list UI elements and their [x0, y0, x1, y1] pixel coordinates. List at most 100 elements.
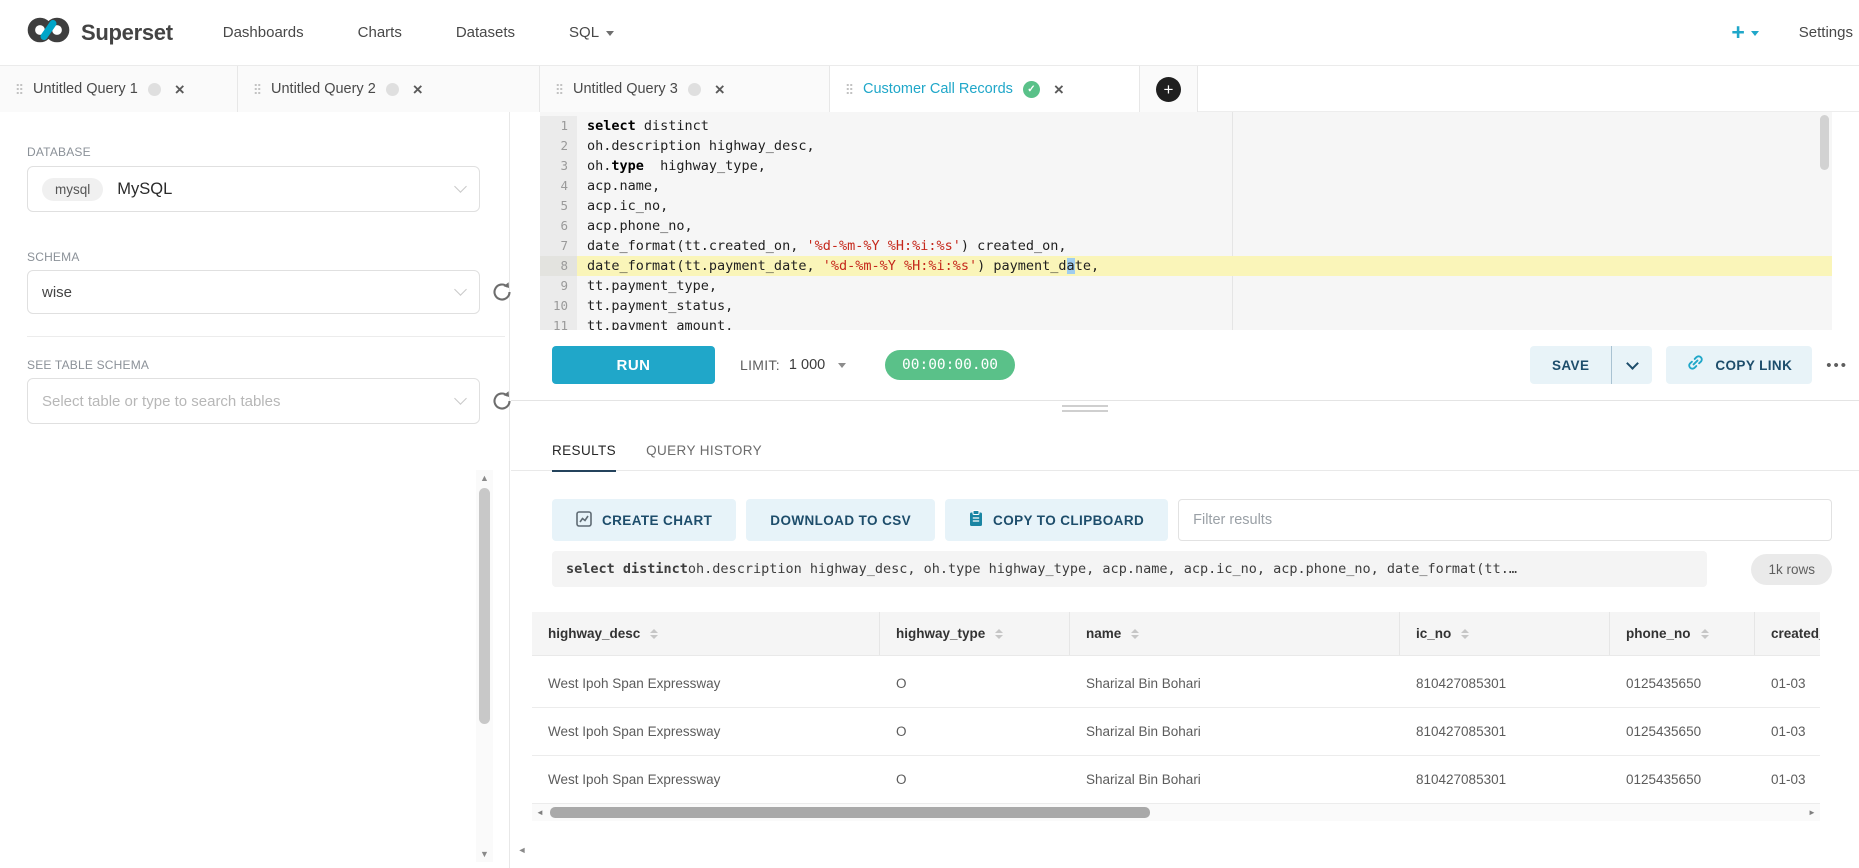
results-table: highway_deschighway_typenameic_nophone_n…: [532, 612, 1820, 821]
code-text: acp.phone_no,: [577, 216, 1832, 236]
query-tab[interactable]: Untitled Query 3×: [540, 66, 830, 112]
table-cell: 01-03: [1755, 660, 1820, 707]
table-select[interactable]: Select table or type to search tables: [27, 378, 480, 424]
editor-line[interactable]: 2oh.description highway_desc,: [540, 136, 1832, 156]
query-preview[interactable]: select distinct oh.description highway_d…: [552, 551, 1707, 587]
table-row[interactable]: West Ipoh Span ExpresswayOSharizal Bin B…: [532, 756, 1820, 804]
query-tab-label: Customer Call Records: [863, 81, 1013, 97]
editor-line[interactable]: 5acp.ic_no,: [540, 196, 1832, 216]
results-actions: CREATE CHART DOWNLOAD TO CSV COPY TO CLI…: [552, 498, 1832, 542]
table-cell: 810427085301: [1400, 708, 1610, 755]
nav-item-datasets[interactable]: Datasets: [456, 24, 515, 41]
schema-label: SCHEMA: [27, 250, 80, 264]
save-button[interactable]: SAVE: [1530, 358, 1611, 373]
column-label: created_: [1771, 626, 1820, 641]
plus-icon: +: [1731, 21, 1744, 44]
scroll-left-icon[interactable]: ◄: [532, 804, 548, 821]
table-cell: 01-03: [1755, 756, 1820, 803]
limit-value: 1 000: [789, 357, 825, 373]
limit-label: LIMIT:: [740, 357, 780, 373]
close-tab-icon[interactable]: ×: [1054, 81, 1064, 98]
query-tab[interactable]: Untitled Query 1×: [0, 66, 238, 112]
filter-results-input[interactable]: [1178, 499, 1832, 541]
table-row[interactable]: West Ipoh Span ExpresswayOSharizal Bin B…: [532, 708, 1820, 756]
chevron-down-icon: [838, 363, 846, 368]
query-tab[interactable]: Customer Call Records✓×: [830, 66, 1140, 113]
nav-item-dashboards[interactable]: Dashboards: [223, 24, 304, 41]
scrollbar-thumb[interactable]: [550, 807, 1150, 818]
editor-lines: 1select distinct2oh.description highway_…: [540, 116, 1832, 330]
editor-line[interactable]: 6acp.phone_no,: [540, 216, 1832, 236]
copy-clipboard-button[interactable]: COPY TO CLIPBOARD: [945, 499, 1168, 541]
pane-scroll-left-icon[interactable]: ◄: [514, 842, 530, 858]
settings-menu[interactable]: Settings: [1799, 24, 1853, 41]
close-tab-icon[interactable]: ×: [413, 81, 423, 98]
drag-handle-icon[interactable]: [254, 83, 261, 95]
table-horizontal-scrollbar[interactable]: ◄ ►: [532, 804, 1820, 821]
results-tab-results[interactable]: RESULTS: [552, 430, 616, 471]
database-select[interactable]: mysql MySQL: [27, 166, 480, 212]
new-item-button[interactable]: +: [1731, 21, 1758, 44]
pane-divider: [511, 400, 1859, 401]
line-number: 11: [540, 316, 577, 330]
editor-line[interactable]: 11tt.payment_amount,: [540, 316, 1832, 330]
run-button[interactable]: RUN: [552, 346, 715, 384]
query-tab[interactable]: Untitled Query 2 ×: [238, 66, 540, 112]
add-tab-button[interactable]: +: [1140, 66, 1198, 112]
close-tab-icon[interactable]: ×: [175, 81, 185, 98]
editor-line[interactable]: 1select distinct: [540, 116, 1832, 136]
more-actions-icon[interactable]: •••: [1826, 357, 1848, 374]
column-header-ic_no[interactable]: ic_no: [1400, 612, 1610, 655]
code-text: oh.type highway_type,: [577, 156, 1832, 176]
editor-line[interactable]: 7date_format(tt.created_on, '%d-%m-%Y %H…: [540, 236, 1832, 256]
table-schema-label: SEE TABLE SCHEMA: [27, 358, 149, 372]
copy-link-button[interactable]: COPY LINK: [1666, 346, 1812, 384]
editor-line[interactable]: 9tt.payment_type,: [540, 276, 1832, 296]
table-cell: West Ipoh Span Expressway: [532, 756, 880, 803]
scroll-up-icon[interactable]: ▲: [476, 470, 493, 486]
line-number: 1: [540, 116, 577, 136]
create-chart-button[interactable]: CREATE CHART: [552, 499, 736, 541]
table-cell: Sharizal Bin Bohari: [1070, 756, 1400, 803]
download-csv-button[interactable]: DOWNLOAD TO CSV: [746, 499, 935, 541]
sql-lab-sidebar: DATABASE mysql MySQL SCHEMA wise SEE TAB…: [0, 112, 510, 868]
column-header-highway_desc[interactable]: highway_desc: [532, 612, 880, 655]
column-header-highway_type[interactable]: highway_type: [880, 612, 1070, 655]
code-text: select distinct: [577, 116, 1832, 136]
editor-line[interactable]: 4acp.name,: [540, 176, 1832, 196]
nav-item-sql[interactable]: SQL: [569, 24, 614, 41]
column-header-created_[interactable]: created_: [1755, 612, 1820, 655]
editor-line[interactable]: 8date_format(tt.payment_date, '%d-%m-%Y …: [540, 256, 1832, 276]
code-text: tt.payment_status,: [577, 296, 1832, 316]
query-tab-label: Untitled Query 2: [271, 81, 376, 97]
drag-handle-icon[interactable]: [846, 83, 853, 95]
refresh-schemas-icon[interactable]: [490, 280, 516, 306]
chevron-down-icon: [606, 31, 614, 36]
editor-line[interactable]: 3oh.type highway_type,: [540, 156, 1832, 176]
line-number: 10: [540, 296, 577, 316]
drag-handle-icon[interactable]: [556, 83, 563, 95]
editor-line[interactable]: 10tt.payment_status,: [540, 296, 1832, 316]
copy-link-label: COPY LINK: [1715, 358, 1792, 373]
table-cell: 810427085301: [1400, 660, 1610, 707]
column-header-phone_no[interactable]: phone_no: [1610, 612, 1755, 655]
superset-logo[interactable]: Superset: [26, 15, 173, 50]
scrollbar-thumb[interactable]: [479, 488, 490, 724]
schema-select[interactable]: wise: [27, 270, 480, 314]
nav-item-charts[interactable]: Charts: [358, 24, 402, 41]
scroll-right-icon[interactable]: ►: [1804, 804, 1820, 821]
preview-sql-keyword: select distinct: [566, 561, 688, 577]
table-row[interactable]: West Ipoh Span ExpresswayOSharizal Bin B…: [532, 660, 1820, 708]
limit-dropdown[interactable]: LIMIT: 1 000: [740, 346, 846, 384]
close-tab-icon[interactable]: ×: [715, 81, 725, 98]
column-header-name[interactable]: name: [1070, 612, 1400, 655]
sql-editor[interactable]: 1select distinct2oh.description highway_…: [540, 112, 1832, 330]
drag-handle-icon[interactable]: [16, 83, 23, 95]
save-dropdown-button[interactable]: [1612, 363, 1652, 368]
sidebar-scrollbar[interactable]: ▲ ▼: [476, 470, 493, 862]
editor-scrollbar-thumb[interactable]: [1820, 115, 1829, 170]
results-tab-query-history[interactable]: QUERY HISTORY: [646, 430, 762, 471]
sort-icon: [1131, 629, 1139, 639]
scroll-down-icon[interactable]: ▼: [476, 846, 493, 862]
pane-resize-handle[interactable]: [1062, 405, 1108, 415]
